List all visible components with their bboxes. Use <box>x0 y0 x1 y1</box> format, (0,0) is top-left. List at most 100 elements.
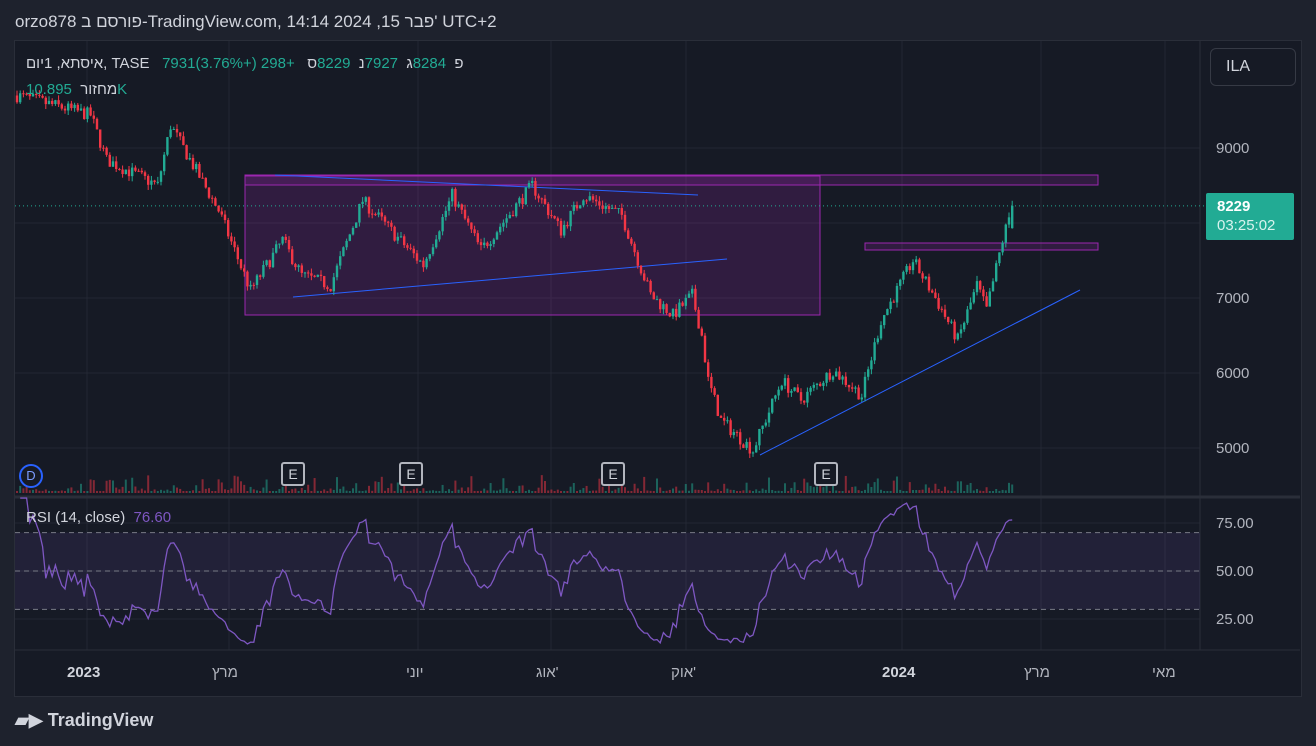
candle-body <box>156 181 159 183</box>
volume-bar <box>99 490 102 493</box>
volume-bar <box>86 490 89 493</box>
volume-bar <box>393 491 396 493</box>
candle-body <box>815 383 819 385</box>
volume-bar <box>694 489 697 493</box>
tradingview-logo[interactable]: ▰▶ TradingView <box>15 710 153 731</box>
volume-bar <box>256 490 258 493</box>
volume-bar <box>521 485 524 493</box>
volume-bar <box>710 490 713 493</box>
volume-bar <box>22 488 25 493</box>
candle-body <box>499 226 502 233</box>
legend-symbol[interactable]: איסתא, 1יום, TASE <box>26 55 150 72</box>
volume-bar <box>524 490 527 493</box>
candle-body <box>457 204 460 207</box>
rsi-tick: 25.00 <box>1216 611 1254 628</box>
candle-body <box>246 271 249 287</box>
candle-body <box>262 265 265 277</box>
volume-bar <box>796 489 799 493</box>
currency-button[interactable]: ILA <box>1210 48 1296 86</box>
candle-body <box>364 197 367 202</box>
candle-body <box>895 285 899 303</box>
candle-body <box>367 197 371 214</box>
candle-body <box>579 205 582 209</box>
candle-body <box>489 244 492 247</box>
candle-body <box>79 108 83 111</box>
volume-bar <box>246 490 249 493</box>
volume-bar <box>860 491 863 493</box>
volume-bar <box>992 490 994 493</box>
volume-bar <box>377 481 380 493</box>
volume-bar <box>38 490 41 493</box>
candle-body <box>755 445 758 453</box>
candle-body <box>678 302 681 317</box>
volume-bar <box>624 487 626 493</box>
earnings-marker[interactable]: E <box>399 462 423 486</box>
volume-bar <box>51 490 54 493</box>
volume-bar <box>150 490 153 493</box>
candle-body <box>486 242 489 247</box>
candle-body <box>950 321 953 323</box>
earnings-marker[interactable]: E <box>601 462 625 486</box>
candle-body <box>863 376 867 398</box>
candle-body <box>639 265 643 274</box>
volume-bar <box>921 489 924 493</box>
last-price: 8229 <box>1217 198 1251 215</box>
volume-bar <box>464 491 466 493</box>
candle-body <box>553 215 556 219</box>
price-tick: 9000 <box>1216 140 1250 157</box>
candle-body <box>723 417 726 421</box>
volume-bar <box>480 490 482 493</box>
candle-body <box>383 216 387 222</box>
volume-bar <box>953 490 956 493</box>
candle-body <box>915 259 918 263</box>
candle-body <box>521 198 524 205</box>
candle-body <box>108 154 111 167</box>
candle-body <box>169 129 172 138</box>
candle-body <box>83 108 86 120</box>
volume-bar <box>400 489 402 493</box>
candle-body <box>694 288 697 310</box>
rsi-legend: RSI (14, close) 76.60 <box>26 509 171 526</box>
candle-body <box>719 415 723 418</box>
candle-body <box>249 284 252 287</box>
volume-bar <box>691 483 694 493</box>
volume-bar <box>966 484 969 493</box>
earnings-marker[interactable]: E <box>814 462 838 486</box>
volume-bar <box>982 490 985 493</box>
volume-bar <box>739 490 742 493</box>
rsi-label[interactable]: RSI (14, close) <box>26 509 125 526</box>
candle-body <box>892 301 895 303</box>
candle-body <box>655 299 659 301</box>
earnings-marker[interactable]: E <box>281 462 305 486</box>
volume-bar <box>934 483 937 493</box>
volume-bar <box>777 490 780 493</box>
candle-body <box>988 291 991 307</box>
candle-body <box>620 208 623 215</box>
candle-body <box>195 164 198 170</box>
candle-body <box>54 100 57 105</box>
volume-bar <box>950 490 953 493</box>
candle-body <box>927 276 931 291</box>
volume-bar <box>262 487 265 493</box>
candle-body <box>175 128 179 133</box>
volume-bar <box>313 478 316 493</box>
candle-body <box>252 284 255 286</box>
candle-body <box>761 425 764 429</box>
candle-body <box>217 205 220 212</box>
dividend-marker[interactable]: D <box>19 464 43 488</box>
volume-bar <box>32 489 34 493</box>
volume-bar <box>886 490 889 493</box>
volume-bar <box>937 489 940 493</box>
volume-bar <box>505 488 508 493</box>
candle-body <box>911 262 915 271</box>
volume-bar <box>284 485 287 493</box>
candle-body <box>857 387 860 400</box>
chart-canvas[interactable] <box>0 0 1316 746</box>
candle-body <box>931 290 934 293</box>
candle-body <box>726 420 729 422</box>
time-tick: אוק' <box>671 664 697 681</box>
volume-bar <box>550 489 553 493</box>
volume-bar <box>307 484 310 493</box>
volume-bar <box>940 491 943 493</box>
candle-body <box>201 177 204 179</box>
